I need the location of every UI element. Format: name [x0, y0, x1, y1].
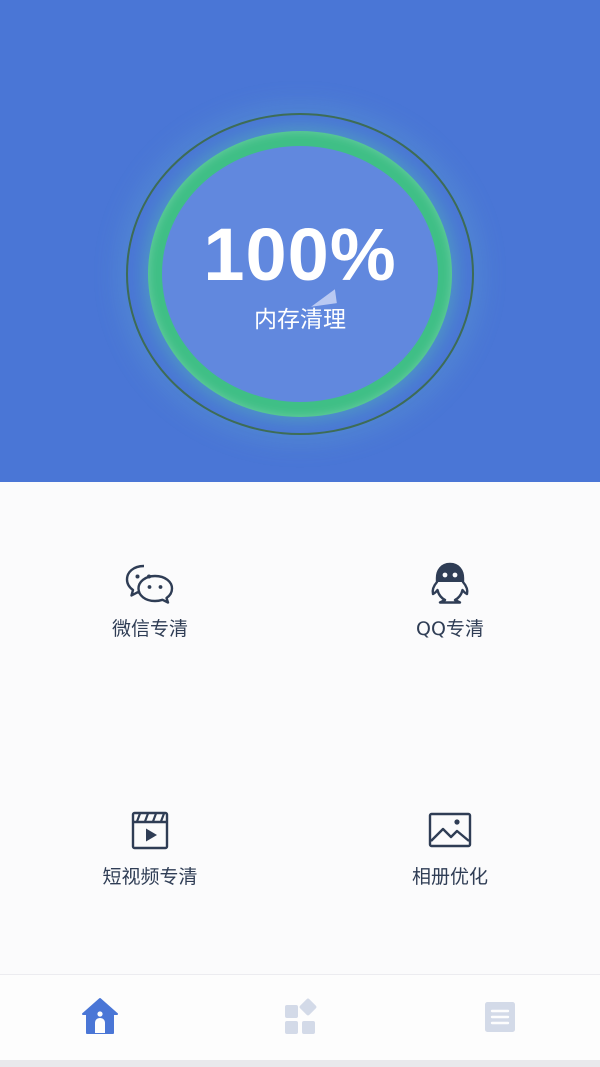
- qq-clean-label: QQ专清: [416, 618, 484, 640]
- photo-album-icon: [428, 812, 472, 848]
- short-video-clean-label: 短视频专清: [102, 866, 198, 888]
- apps-grid-icon[interactable]: [278, 995, 322, 1039]
- hero-header: 100% 内存清理: [0, 0, 600, 482]
- short-video-clean-button[interactable]: 短视频专清: [0, 808, 300, 928]
- system-nav-strip: [0, 1060, 600, 1067]
- wechat-icon: [125, 564, 174, 604]
- album-optimize-button[interactable]: 相册优化: [300, 808, 600, 928]
- wechat-clean-label: 微信专清: [111, 618, 188, 640]
- wechat-clean-button[interactable]: 微信专清: [0, 560, 300, 680]
- qq-clean-button[interactable]: QQ专清: [300, 560, 600, 680]
- memory-clean-label: 内存清理: [254, 307, 346, 333]
- video-clapper-icon: [131, 811, 169, 850]
- album-optimize-label: 相册优化: [411, 866, 488, 888]
- list-icon[interactable]: [478, 995, 522, 1039]
- qq-penguin-icon: [431, 562, 469, 604]
- gauge-percent: 100%: [203, 213, 397, 296]
- home-icon[interactable]: [78, 995, 122, 1039]
- bottom-tab-bar: [0, 974, 600, 1060]
- memory-clean-gauge[interactable]: 100% 内存清理: [126, 113, 474, 435]
